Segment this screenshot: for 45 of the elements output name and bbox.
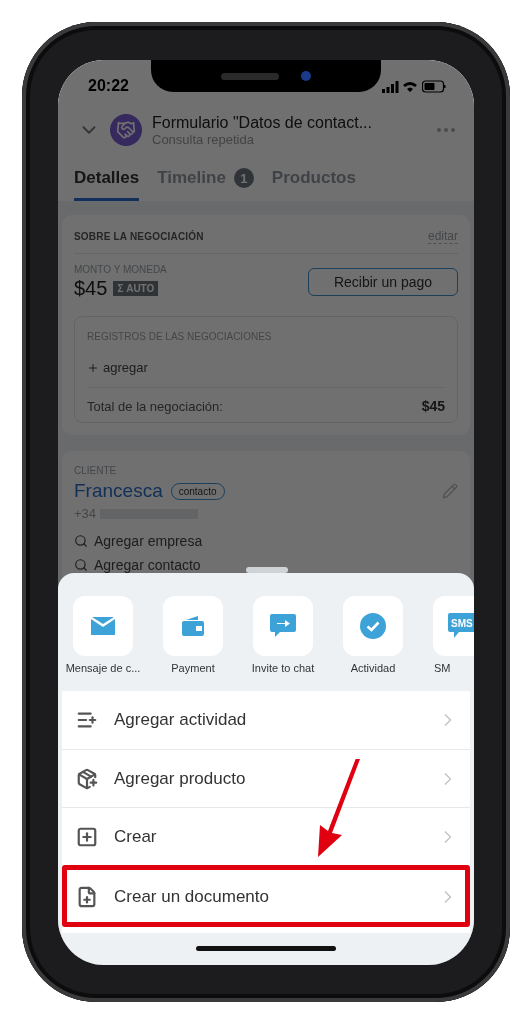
envelope-icon <box>91 617 115 635</box>
square-plus-icon <box>76 825 98 848</box>
action-label: SM <box>434 662 451 674</box>
auto-badge: Σ AUTO <box>113 281 159 296</box>
action-label: Mensaje de c... <box>65 662 141 674</box>
wallet-icon <box>182 616 204 636</box>
search-link[interactable]: Agregar contacto <box>74 557 201 573</box>
speaker-grille <box>221 72 279 80</box>
sms-bubble-icon: SMS <box>448 613 474 639</box>
search-link[interactable]: Agregar empresa <box>74 533 203 549</box>
client-name[interactable]: Francesca <box>74 480 163 502</box>
handshake-icon <box>116 120 136 140</box>
receive-payment-button[interactable]: Recibir un pago <box>308 268 458 296</box>
count-badge: 1 <box>233 168 254 188</box>
camera-dot <box>301 71 311 81</box>
status-time: 20:22 <box>88 77 129 95</box>
list-plus-icon <box>76 709 98 731</box>
amount-value: $45 <box>74 277 108 300</box>
edit-icon[interactable] <box>442 483 458 499</box>
chat-arrow-icon <box>270 614 296 638</box>
sheet-handle[interactable] <box>246 567 288 573</box>
total-value: $45 <box>421 398 445 414</box>
battery-icon <box>422 79 446 93</box>
search-icon <box>74 534 88 548</box>
menu-item[interactable]: Crear un documento <box>62 865 470 927</box>
section-title: SOBRE LA NEGOCIACIÓN <box>74 231 204 242</box>
total-label: Total de la negociación: <box>87 398 223 414</box>
deal-title: Formulario "Datos de contact... <box>152 113 373 132</box>
wifi-icon <box>403 80 418 92</box>
action-tile[interactable] <box>163 596 223 656</box>
action-label: Actividad <box>350 662 396 674</box>
tab[interactable]: Detalles <box>74 164 140 201</box>
action-tile[interactable] <box>253 596 313 656</box>
action-label: Payment <box>171 662 215 674</box>
signal-icon <box>382 79 399 93</box>
check-circle-icon <box>360 613 386 639</box>
action-tile[interactable] <box>343 596 403 656</box>
plus-icon <box>87 361 99 374</box>
document-plus-icon <box>76 885 98 908</box>
action-tile[interactable]: SMS <box>433 596 474 656</box>
box-plus-icon <box>76 767 98 790</box>
add-link[interactable]: agregar <box>87 360 148 375</box>
search-icon <box>74 558 88 572</box>
action-label: Invite to chat <box>251 662 315 674</box>
action-tile[interactable] <box>73 596 133 656</box>
